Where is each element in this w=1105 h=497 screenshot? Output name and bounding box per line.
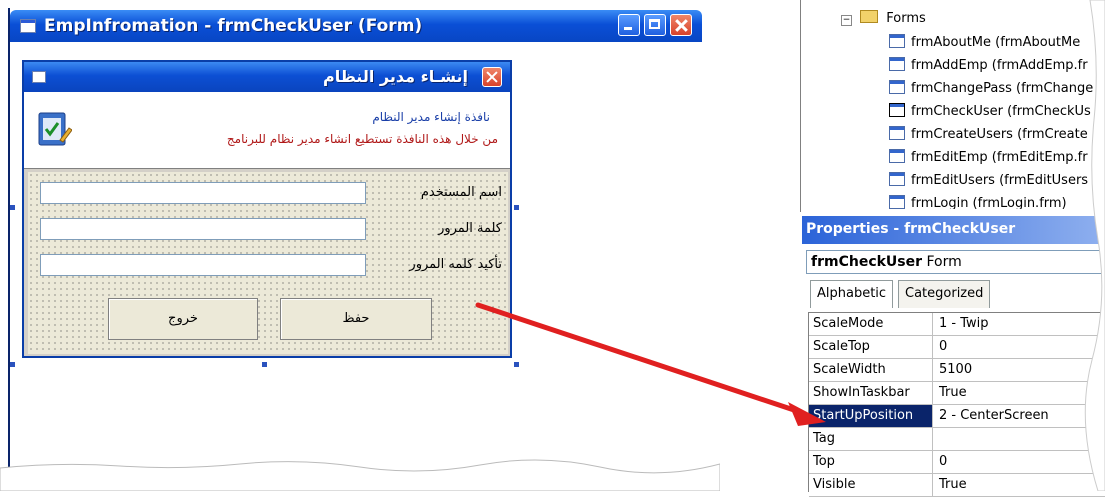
red-arrow-annotation — [475, 302, 826, 426]
